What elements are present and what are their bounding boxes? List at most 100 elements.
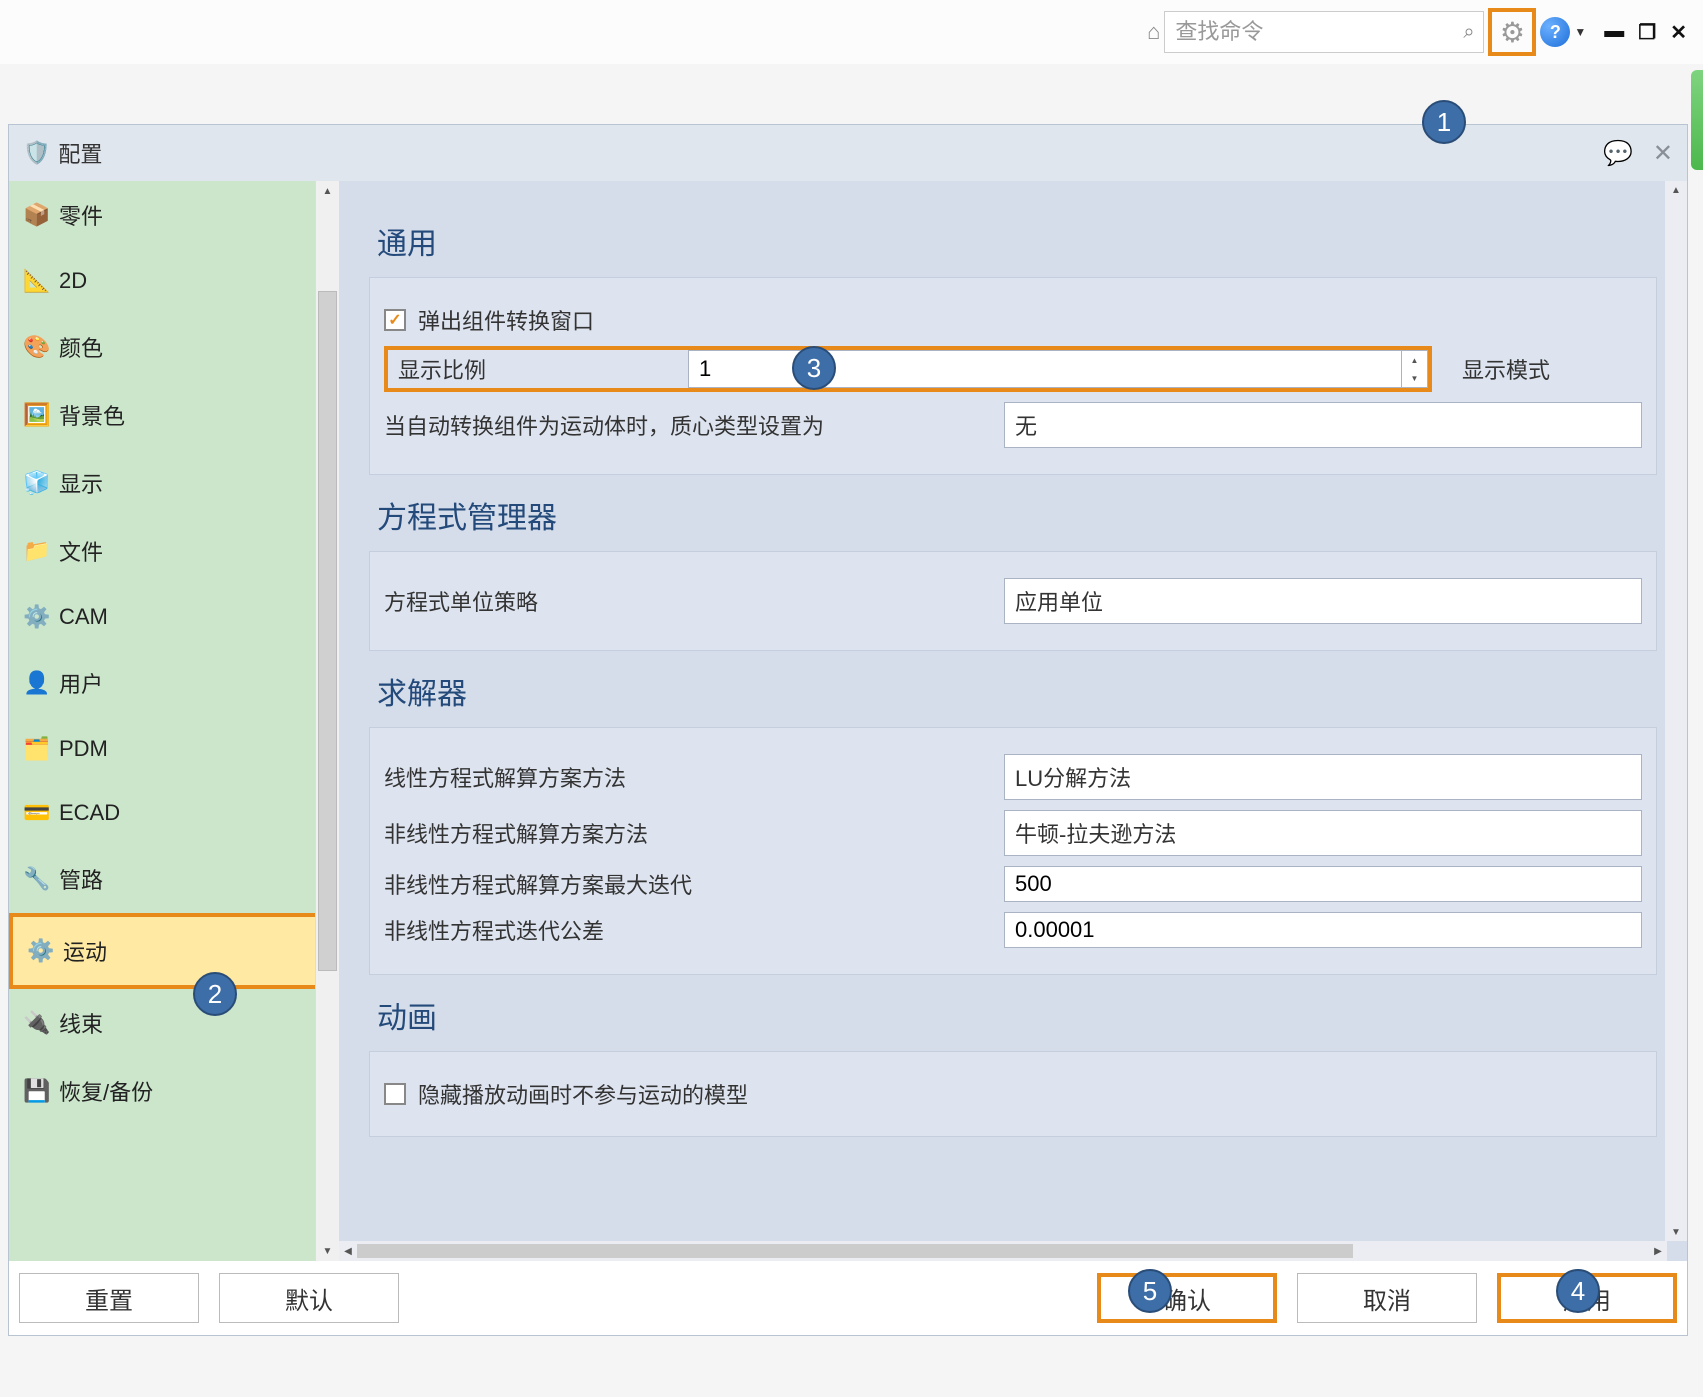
help-dropdown-icon[interactable]: ▼ bbox=[1574, 25, 1586, 39]
sidebar-item-label: 2D bbox=[59, 268, 87, 294]
close-window-icon[interactable]: ✕ bbox=[1666, 20, 1691, 45]
tolerance-input[interactable] bbox=[1004, 912, 1642, 948]
scroll-up-icon[interactable]: ▲ bbox=[316, 181, 339, 201]
sidebar-item-user[interactable]: 👤 用户 bbox=[9, 649, 339, 717]
sidebar-item-2d[interactable]: 📐 2D bbox=[9, 249, 339, 313]
sidebar-item-file[interactable]: 📁 文件 bbox=[9, 517, 339, 585]
search-input[interactable] bbox=[1175, 19, 1463, 45]
annotation-marker-5: 5 bbox=[1128, 1269, 1172, 1313]
gear-icon[interactable]: ⚙ bbox=[1500, 16, 1525, 49]
max-iter-input[interactable] bbox=[1004, 866, 1642, 902]
minimize-icon[interactable]: ▬ bbox=[1600, 20, 1628, 45]
search-icon[interactable]: ⌕ bbox=[1463, 21, 1474, 44]
popup-checkbox-label: 弹出组件转换窗口 bbox=[418, 304, 594, 336]
sidebar-item-ecad[interactable]: 💳 ECAD bbox=[9, 781, 339, 845]
unit-policy-select[interactable]: 应用单位 bbox=[1004, 578, 1642, 624]
unit-policy-row: 方程式单位策略 应用单位 bbox=[384, 578, 1642, 624]
sidebar-item-harness[interactable]: 🔌 线束 bbox=[9, 989, 339, 1057]
close-icon[interactable]: ✕ bbox=[1653, 139, 1673, 168]
box-icon: 📦 bbox=[23, 201, 51, 229]
sidebar-item-background[interactable]: 🖼️ 背景色 bbox=[9, 381, 339, 449]
sidebar-item-label: 颜色 bbox=[59, 331, 103, 363]
comment-icon[interactable]: 💬 bbox=[1603, 139, 1633, 168]
default-button[interactable]: 默认 bbox=[219, 1273, 399, 1323]
maximize-icon[interactable]: ❐ bbox=[1634, 20, 1660, 45]
settings-button-highlight: ⚙ bbox=[1488, 8, 1536, 56]
sidebar-item-label: 运动 bbox=[63, 935, 107, 967]
search-box[interactable]: ⌕ bbox=[1164, 11, 1484, 53]
unit-policy-label: 方程式单位策略 bbox=[384, 585, 984, 617]
sidebar-scroll-thumb[interactable] bbox=[318, 291, 337, 971]
sidebar-item-parts[interactable]: 📦 零件 bbox=[9, 181, 339, 249]
scale-label: 显示比例 bbox=[388, 350, 688, 388]
home-icon[interactable]: ⌂ bbox=[1147, 19, 1160, 45]
sidebar-item-label: 恢复/备份 bbox=[59, 1075, 153, 1107]
auto-convert-select[interactable]: 无 bbox=[1004, 402, 1642, 448]
scroll-down-icon[interactable]: ▼ bbox=[316, 1241, 339, 1261]
config-body: 📦 零件 📐 2D 🎨 颜色 🖼️ 背景色 🧊 显示 📁 文件 bbox=[9, 181, 1687, 1261]
sidebar-item-cam[interactable]: ⚙️ CAM bbox=[9, 585, 339, 649]
linear-method-label: 线性方程式解算方案方法 bbox=[384, 761, 984, 793]
sidebar: 📦 零件 📐 2D 🎨 颜色 🖼️ 背景色 🧊 显示 📁 文件 bbox=[9, 181, 339, 1261]
spinner-down-icon[interactable]: ▼ bbox=[1402, 369, 1427, 387]
ok-button[interactable]: 确认 bbox=[1097, 1273, 1277, 1323]
ecad-icon: 💳 bbox=[23, 799, 51, 827]
scroll-left-icon[interactable]: ◀ bbox=[339, 1246, 357, 1257]
folder-icon: 📁 bbox=[23, 537, 51, 565]
content-scrollbar-horizontal[interactable]: ◀ ▶ bbox=[339, 1241, 1667, 1261]
backup-icon: 💾 bbox=[23, 1077, 51, 1105]
sidebar-item-label: 显示 bbox=[59, 467, 103, 499]
sidebar-item-pdm[interactable]: 🗂️ PDM bbox=[9, 717, 339, 781]
scroll-up-icon[interactable]: ▲ bbox=[1665, 181, 1687, 199]
scroll-down-icon[interactable]: ▼ bbox=[1665, 1223, 1687, 1241]
display-mode-label: 显示模式 bbox=[1462, 353, 1642, 385]
top-toolbar: ⌂ ⌕ ⚙ ? ▼ ▬ ❐ ✕ bbox=[0, 0, 1703, 64]
max-iter-label: 非线性方程式解算方案最大迭代 bbox=[384, 868, 984, 900]
window-controls: ▬ ❐ ✕ bbox=[1600, 20, 1691, 45]
sidebar-item-label: 背景色 bbox=[59, 399, 125, 431]
section-solver: 线性方程式解算方案方法 LU分解方法 非线性方程式解算方案方法 牛顿-拉夫逊方法… bbox=[369, 727, 1657, 975]
popup-checkbox-row: 弹出组件转换窗口 bbox=[384, 304, 1642, 336]
max-iter-row: 非线性方程式解算方案最大迭代 bbox=[384, 866, 1642, 902]
sidebar-item-display[interactable]: 🧊 显示 bbox=[9, 449, 339, 517]
help-icon[interactable]: ? bbox=[1540, 17, 1570, 47]
section-animation: 隐藏播放动画时不参与运动的模型 bbox=[369, 1051, 1657, 1137]
content-scroll: 通用 弹出组件转换窗口 显示比例 ▲ ▼ bbox=[339, 181, 1687, 1261]
scale-row: 显示比例 ▲ ▼ 显示模式 bbox=[384, 346, 1642, 392]
content-scrollbar-vertical[interactable]: ▲ ▼ bbox=[1665, 181, 1687, 1241]
annotation-marker-2: 2 bbox=[193, 972, 237, 1016]
cube-icon: 🧊 bbox=[23, 469, 51, 497]
cam-icon: ⚙️ bbox=[23, 603, 51, 631]
sidebar-item-label: CAM bbox=[59, 604, 108, 630]
config-window: 🛡️ 配置 💬 ✕ 📦 零件 📐 2D 🎨 颜色 🖼️ 背景色 bbox=[8, 124, 1688, 1336]
auto-convert-row: 当自动转换组件为运动体时，质心类型设置为 无 bbox=[384, 402, 1642, 448]
sidebar-item-piping[interactable]: 🔧 管路 bbox=[9, 845, 339, 913]
reset-button[interactable]: 重置 bbox=[19, 1273, 199, 1323]
scroll-thumb-horizontal[interactable] bbox=[357, 1244, 1353, 1258]
popup-checkbox[interactable] bbox=[384, 309, 406, 331]
linear-method-select[interactable]: LU分解方法 bbox=[1004, 754, 1642, 800]
section-equation: 方程式单位策略 应用单位 bbox=[369, 551, 1657, 651]
section-general: 弹出组件转换窗口 显示比例 ▲ ▼ 显示模式 bbox=[369, 277, 1657, 475]
cancel-button[interactable]: 取消 bbox=[1297, 1273, 1477, 1323]
right-edge-tab[interactable] bbox=[1691, 70, 1703, 170]
sidebar-item-color[interactable]: 🎨 颜色 bbox=[9, 313, 339, 381]
scroll-right-icon[interactable]: ▶ bbox=[1649, 1246, 1667, 1257]
picture-icon: 🖼️ bbox=[23, 401, 51, 429]
hide-animation-checkbox[interactable] bbox=[384, 1083, 406, 1105]
spinner-up-icon[interactable]: ▲ bbox=[1402, 351, 1427, 369]
annotation-marker-3: 3 bbox=[792, 346, 836, 390]
nonlinear-method-select[interactable]: 牛顿-拉夫逊方法 bbox=[1004, 810, 1642, 856]
nonlinear-method-label: 非线性方程式解算方案方法 bbox=[384, 817, 984, 849]
hide-animation-label: 隐藏播放动画时不参与运动的模型 bbox=[418, 1078, 748, 1110]
section-general-title: 通用 bbox=[377, 219, 1657, 263]
sidebar-scrollbar[interactable]: ▲ ▼ bbox=[315, 181, 339, 1261]
nonlinear-method-row: 非线性方程式解算方案方法 牛顿-拉夫逊方法 bbox=[384, 810, 1642, 856]
sidebar-item-backup[interactable]: 💾 恢复/备份 bbox=[9, 1057, 339, 1125]
scale-spinner: ▲ ▼ bbox=[1402, 350, 1428, 388]
sidebar-item-label: 零件 bbox=[59, 199, 103, 231]
sidebar-item-motion[interactable]: ⚙️ 运动 bbox=[9, 913, 339, 989]
sidebar-item-label: 管路 bbox=[59, 863, 103, 895]
dialog-footer: 重置 默认 确认 取消 应用 bbox=[9, 1261, 1687, 1335]
gears-icon: ⚙️ bbox=[27, 937, 55, 965]
